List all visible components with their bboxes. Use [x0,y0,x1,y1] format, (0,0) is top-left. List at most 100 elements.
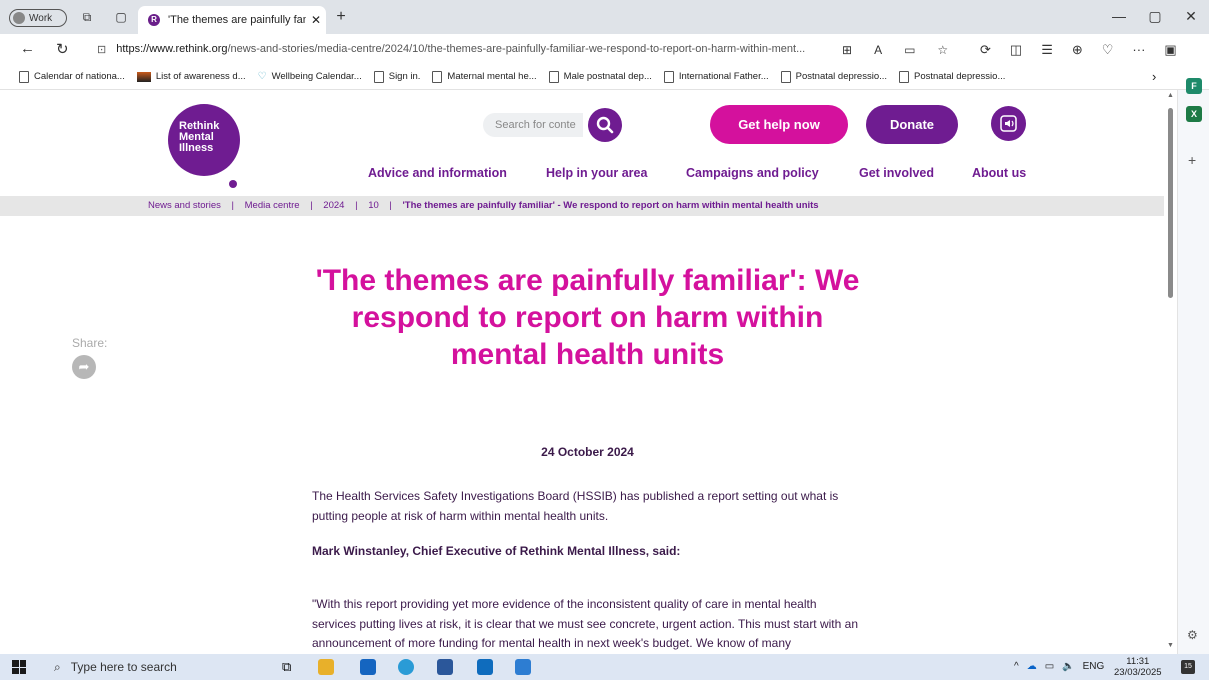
outlook-icon[interactable] [477,659,493,675]
donate-button[interactable]: Donate [866,105,958,144]
windows-start-icon[interactable] [12,660,26,674]
taskbar-search-placeholder: Type here to search [70,660,177,674]
volume-icon[interactable]: 🔈 [1062,661,1074,672]
scrollbar-thumb[interactable] [1168,108,1173,298]
taskbar-search-input[interactable]: ⌕ Type here to search [36,657,268,677]
page-scrollbar[interactable]: ▲ ▼ [1164,90,1177,654]
profile-button[interactable]: Work [9,9,67,27]
share-button[interactable]: ➦ [72,355,96,379]
bookmark-item[interactable]: Postnatal depressio... [899,70,1005,83]
performance-icon[interactable]: ♡ [1102,42,1114,58]
tray-chevron-icon[interactable]: ^ [1014,661,1019,672]
minimize-icon[interactable]: — [1101,8,1137,25]
rethink-favicon-icon: R [148,14,160,26]
url-input[interactable]: ⊡ https://www.rethink.org/news-and-stori… [85,37,962,61]
logo-dot [229,180,237,188]
site-info-icon[interactable]: ⊡ [97,43,106,56]
sidebar-toggle-icon[interactable]: ▣ [1164,42,1176,58]
breadcrumb-link[interactable]: Media centre [245,200,300,211]
url-domain: https://www.rethink.org [116,43,228,55]
breadcrumb-separator: | [310,200,313,211]
excel-app-icon[interactable]: X [1186,106,1202,122]
taskbar-clock[interactable]: 11:31 23/03/2025 [1114,656,1162,678]
nav-advice-and-information[interactable]: Advice and information [368,166,507,180]
bookmark-item[interactable]: Male postnatal dep... [548,70,652,83]
nav-help-in-your-area[interactable]: Help in your area [546,166,647,180]
heart-icon: ♡ [257,71,267,82]
add-app-icon[interactable]: + [1188,152,1196,168]
onedrive-icon[interactable]: ☁ [1027,661,1037,672]
bookmark-label: Postnatal depressio... [795,71,888,82]
image-icon [136,71,151,82]
page-icon [548,70,559,83]
photos-icon[interactable] [515,659,531,675]
immersive-reader-icon[interactable]: ▭ [904,43,915,57]
breadcrumb-current: 'The themes are painfully familiar' - We… [402,200,819,211]
search-icon: ⌕ [54,659,61,674]
bookmark-item[interactable]: Calendar of nationa... [19,70,125,83]
bookmark-label: Sign in. [388,71,421,82]
word-icon[interactable] [437,659,453,675]
split-screen-icon[interactable]: ◫ [1010,42,1022,58]
notification-center-icon[interactable]: 15 [1181,660,1195,674]
nav-get-involved[interactable]: Get involved [859,166,934,180]
battery-icon[interactable]: ▭ [1045,661,1054,672]
back-icon[interactable]: ← [20,40,35,57]
site-search-input[interactable]: Search for conte [483,113,583,137]
breadcrumb-link[interactable]: 10 [368,200,379,211]
read-aloud-icon[interactable]: A [874,43,882,57]
tab-actions-icon[interactable]: ▢ [114,10,128,24]
breadcrumb-link[interactable]: News and stories [148,200,221,211]
web-page: Rethink Mental Illness Search for conte … [0,90,1164,654]
workspaces-icon[interactable]: ⧉ [80,10,94,24]
new-tab-icon[interactable]: + [334,9,348,25]
listen-button[interactable] [991,106,1026,141]
search-button[interactable] [588,108,622,142]
scroll-down-icon[interactable]: ▼ [1167,642,1174,649]
bookmarks-bar: Calendar of nationa... List of awareness… [0,64,1209,90]
bookmark-label: Calendar of nationa... [34,71,125,82]
bookmark-label: International Father... [678,71,769,82]
breadcrumb-link[interactable]: 2024 [323,200,344,211]
task-view-icon[interactable]: ⧉ [282,659,291,675]
search-icon [596,116,614,134]
bookmark-item[interactable]: Sign in. [373,70,421,83]
tab-title: 'The themes are painfully familiar' [168,14,306,26]
language-indicator[interactable]: ENG [1083,661,1105,672]
page-icon [899,70,910,83]
breadcrumb-separator: | [389,200,392,211]
rethink-logo[interactable]: Rethink Mental Illness [168,104,240,188]
bookmark-label: Male postnatal dep... [563,71,652,82]
favorite-star-icon[interactable]: ☆ [937,43,948,57]
collections-icon[interactable]: ⊕ [1072,42,1083,58]
close-window-icon[interactable]: ✕ [1173,8,1209,25]
more-menu-icon[interactable]: ··· [1132,42,1145,58]
nav-campaigns-and-policy[interactable]: Campaigns and policy [686,166,819,180]
bookmarks-overflow-icon[interactable]: › [1152,69,1156,84]
sidebar-settings-icon[interactable]: ⚙ [1187,628,1198,642]
url-path: /news-and-stories/media-centre/2024/10/t… [227,43,806,55]
extensions-icon[interactable]: ⟳ [980,42,991,58]
bookmark-item[interactable]: Postnatal depressio... [780,70,888,83]
bookmark-item[interactable]: ♡ Wellbeing Calendar... [258,71,362,82]
restore-icon[interactable]: ▢ [1137,8,1173,25]
article-date: 24 October 2024 [541,445,634,459]
browser-sidebar: F X + ⚙ [1177,78,1209,654]
bookmark-label: Wellbeing Calendar... [271,71,362,82]
page-icon [780,70,791,83]
refresh-icon[interactable]: ↻ [56,40,69,58]
favorites-icon[interactable]: ☰ [1041,42,1053,58]
store-icon[interactable] [360,659,376,675]
file-explorer-icon[interactable] [318,659,334,675]
scroll-up-icon[interactable]: ▲ [1167,92,1174,99]
forms-app-icon[interactable]: F [1186,78,1202,94]
get-help-now-button[interactable]: Get help now [710,105,848,144]
app-available-icon[interactable]: ⊞ [842,43,852,57]
close-tab-icon[interactable]: ✕ [306,13,326,27]
edge-browser-icon[interactable] [398,659,414,675]
bookmark-item[interactable]: Maternal mental he... [432,70,537,83]
tab-active[interactable]: R 'The themes are painfully familiar' ✕ [138,6,326,34]
bookmark-item[interactable]: List of awareness d... [136,71,246,82]
bookmark-item[interactable]: International Father... [663,70,769,83]
nav-about-us[interactable]: About us [972,166,1026,180]
